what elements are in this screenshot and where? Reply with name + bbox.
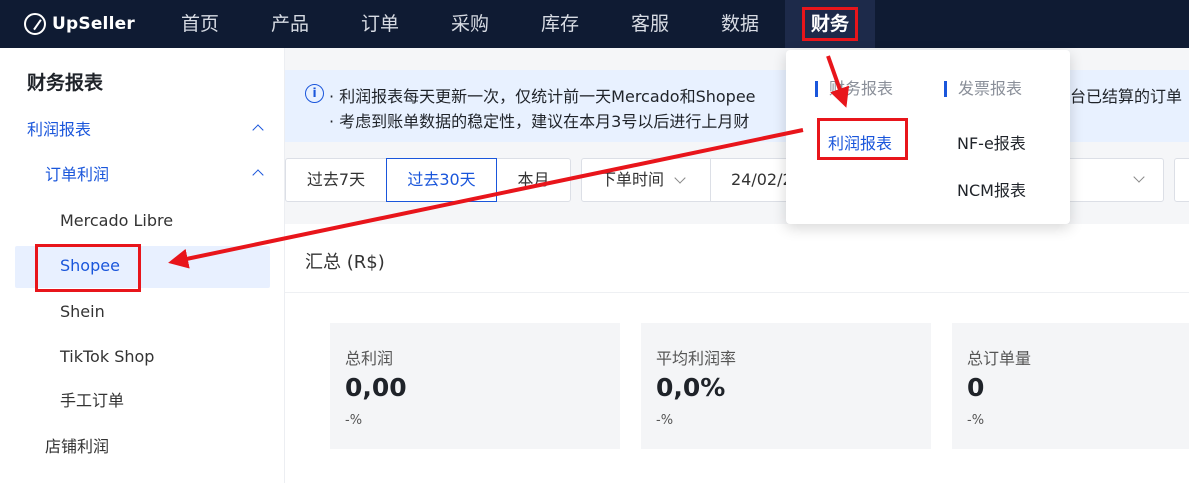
sidebar-item-tiktok-shop[interactable]: TikTok Shop xyxy=(15,337,270,377)
nav-inventory[interactable]: 库存 xyxy=(525,0,595,48)
sidebar-item-manual-orders[interactable]: 手工订单 xyxy=(15,381,270,421)
sidebar-item-store-profit[interactable]: 店铺利润 xyxy=(15,427,270,467)
range-last-7-days[interactable]: 过去7天 xyxy=(285,158,387,202)
sidebar-title: 财务报表 xyxy=(27,72,104,94)
nav-finance-label: 财务 xyxy=(801,7,858,41)
sidebar-item-shein[interactable]: Shein xyxy=(15,292,270,332)
date-type-select[interactable]: 下单时间 xyxy=(581,158,711,202)
card-total-orders: 总订单量 0 -% xyxy=(952,323,1189,449)
sidebar-item-label: Shein xyxy=(60,302,105,321)
chevron-down-icon xyxy=(674,172,686,184)
notice-line-2: · 考虑到账单数据的稳定性，建议在本月3号以后进行上月财 xyxy=(329,112,750,131)
date-range-value: 24/02/2 xyxy=(731,170,793,189)
sidebar-item-label: 手工订单 xyxy=(60,391,125,410)
sidebar-item-mercado-libre[interactable]: Mercado Libre xyxy=(15,201,270,241)
filter-select-partial[interactable] xyxy=(1174,158,1189,202)
card-label: 平均利润率 xyxy=(656,349,737,368)
dropdown-header-invoice-reports: 发票报表 xyxy=(944,81,1022,97)
summary-panel: 汇总 (R$) 总利润 0,00 -% 平均利润率 0,0% -% 总订单量 0… xyxy=(285,224,1189,483)
card-value: 0,0% xyxy=(656,373,726,402)
chevron-down-icon xyxy=(1133,171,1145,183)
date-type-value: 下单时间 xyxy=(600,170,665,189)
dropdown-item-ncm-report[interactable]: NCM报表 xyxy=(957,177,1026,201)
upseller-logo[interactable]: UpSeller xyxy=(24,12,135,36)
dropdown-item-nfe-report[interactable]: NF-e报表 xyxy=(957,130,1026,154)
card-value: 0,00 xyxy=(345,373,407,402)
info-icon: i xyxy=(305,84,324,103)
nav-products[interactable]: 产品 xyxy=(255,0,325,48)
chevron-up-icon xyxy=(252,169,264,181)
notice-line-1-tail: 台已结算的订单 xyxy=(1070,87,1183,106)
summary-title: 汇总 (R$) xyxy=(305,252,385,273)
card-value: 0 xyxy=(967,373,985,402)
sidebar-item-label: TikTok Shop xyxy=(60,347,155,366)
profit-report-highlight-box xyxy=(817,118,908,160)
card-change: -% xyxy=(967,413,985,428)
card-avg-profit-margin: 平均利润率 0,0% -% xyxy=(641,323,931,449)
sidebar-item-label: 店铺利润 xyxy=(45,437,110,456)
card-change: -% xyxy=(656,413,674,428)
nav-finance[interactable]: 财务 xyxy=(785,0,875,48)
upseller-logo-icon xyxy=(24,13,46,35)
notice-line-1: · 利润报表每天更新一次，仅统计前一天Mercado和Shopee xyxy=(329,87,756,106)
summary-header: 汇总 (R$) xyxy=(285,224,1189,293)
shopee-highlight-box xyxy=(35,244,141,292)
sidebar-item-label: 利润报表 xyxy=(27,120,92,139)
top-navigation-bar: UpSeller 首页 产品 订单 采购 库存 客服 数据 财务 xyxy=(0,0,1189,48)
brand-name: UpSeller xyxy=(52,14,135,34)
nav-customer-service[interactable]: 客服 xyxy=(615,0,685,48)
nav-orders[interactable]: 订单 xyxy=(345,0,415,48)
sidebar-item-label: 订单利润 xyxy=(45,165,110,184)
nav-home[interactable]: 首页 xyxy=(165,0,235,48)
range-this-month[interactable]: 本月 xyxy=(496,158,571,202)
range-last-30-days[interactable]: 过去30天 xyxy=(386,158,497,202)
sidebar-item-profit-report[interactable]: 利润报表 xyxy=(15,110,270,150)
sidebar-item-order-profit[interactable]: 订单利润 xyxy=(15,155,270,195)
card-change: -% xyxy=(345,413,363,428)
card-label: 总利润 xyxy=(345,349,394,368)
sidebar-item-label: Mercado Libre xyxy=(60,211,174,230)
card-total-profit: 总利润 0,00 -% xyxy=(330,323,620,449)
chevron-up-icon xyxy=(252,124,264,136)
card-label: 总订单量 xyxy=(967,349,1032,368)
nav-data[interactable]: 数据 xyxy=(705,0,775,48)
dropdown-header-finance-reports: 财务报表 xyxy=(815,81,893,97)
nav-purchasing[interactable]: 采购 xyxy=(435,0,505,48)
